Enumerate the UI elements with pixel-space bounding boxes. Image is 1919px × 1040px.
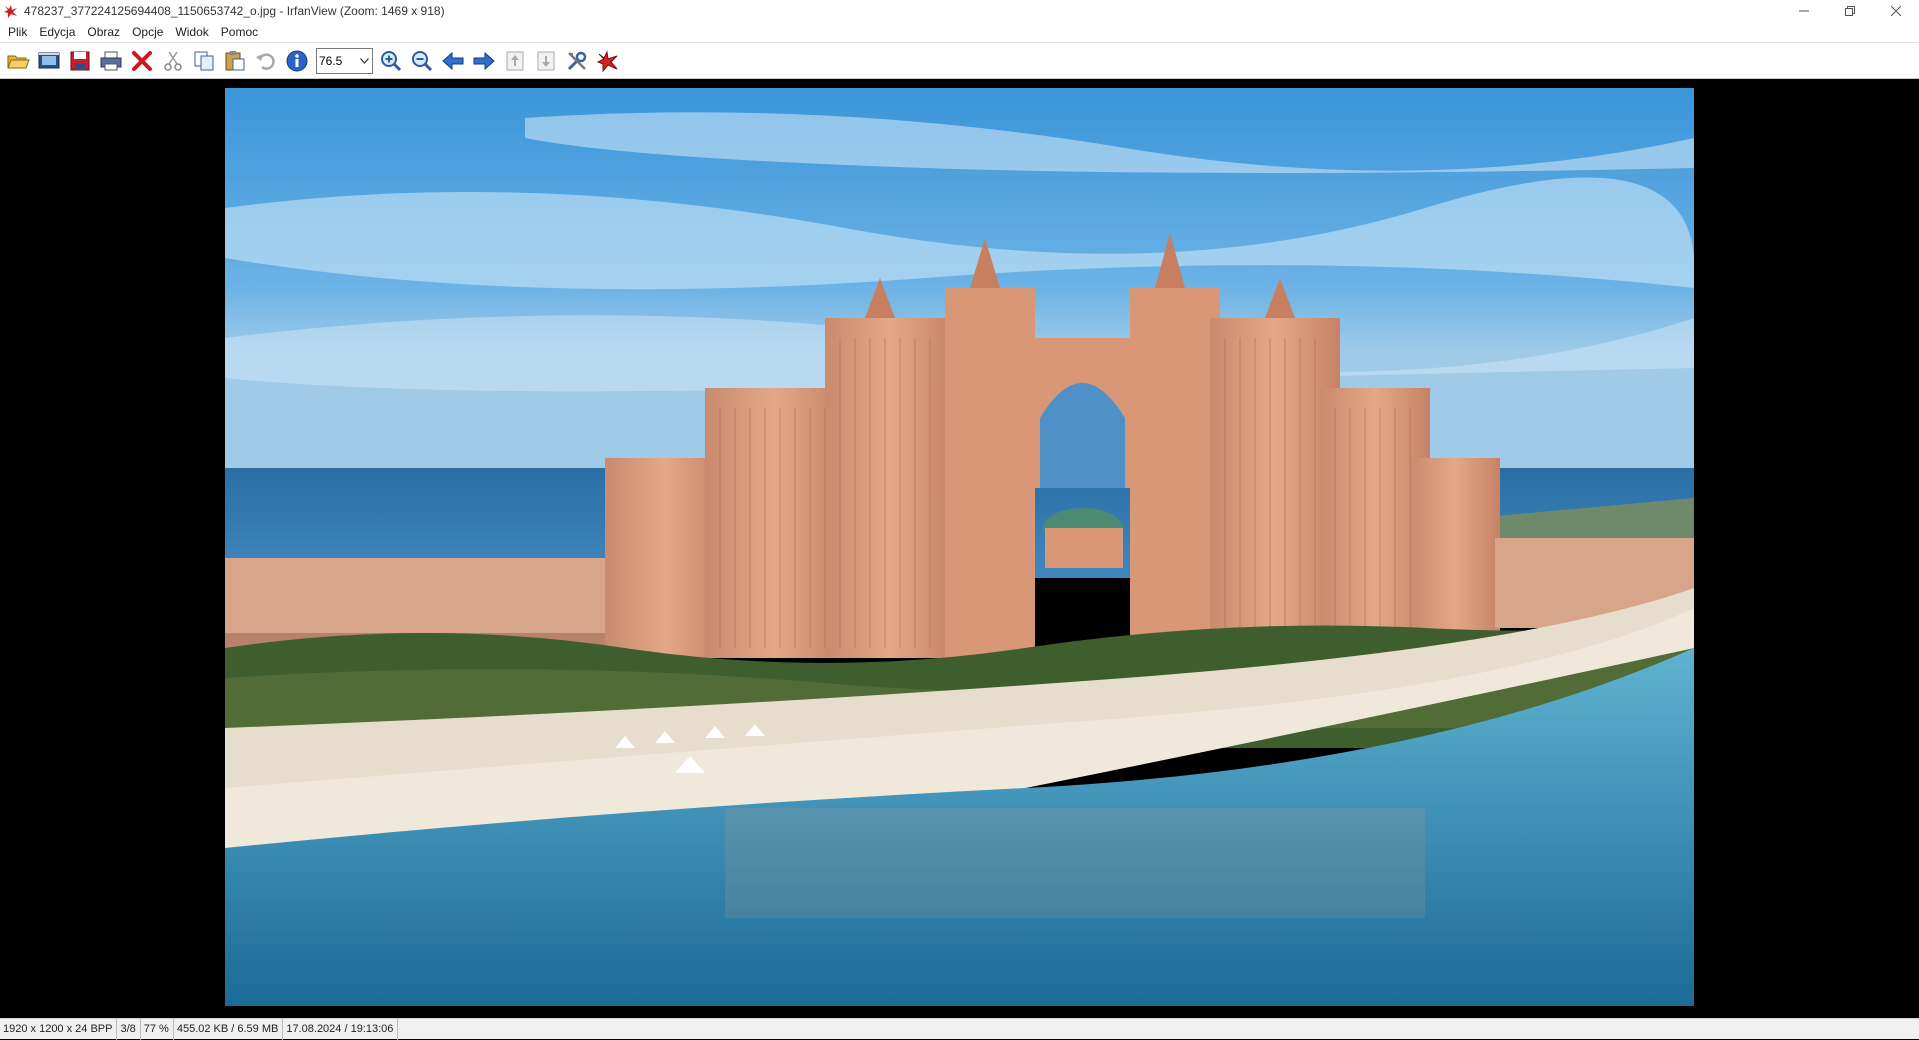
irfanview-logo-icon xyxy=(596,49,617,72)
status-index: 3/8 xyxy=(117,1018,141,1040)
window-title: 478237_377224125694408_1150653742_o.jpg … xyxy=(24,4,445,18)
restore-icon xyxy=(1845,6,1855,16)
close-icon xyxy=(1891,6,1901,16)
open-folder-icon xyxy=(6,55,30,68)
zoom-in-button[interactable] xyxy=(375,45,406,76)
copy-button[interactable] xyxy=(188,45,219,76)
status-zoom: 77 % xyxy=(141,1018,174,1040)
zoom-input[interactable] xyxy=(317,49,357,72)
status-dimensions: 1920 x 1200 x 24 BPP xyxy=(0,1018,118,1040)
undo-icon xyxy=(255,52,275,70)
toolbar xyxy=(0,42,1919,79)
print-icon xyxy=(100,51,121,70)
copy-icon xyxy=(194,51,213,70)
slideshow-icon xyxy=(38,52,59,68)
cut-button[interactable] xyxy=(157,45,188,76)
status-filesize: 455.02 KB / 6.59 MB xyxy=(174,1018,284,1040)
undo-button[interactable] xyxy=(250,45,281,76)
delete-button[interactable] xyxy=(126,45,157,76)
settings-icon xyxy=(567,51,586,70)
menu-opcje[interactable]: Opcje xyxy=(126,22,169,42)
zoom-out-button[interactable] xyxy=(406,45,437,76)
irfanview-app-icon[interactable] xyxy=(2,2,20,20)
menu-widok[interactable]: Widok xyxy=(169,22,214,42)
close-button[interactable] xyxy=(1873,0,1919,22)
menu-obraz[interactable]: Obraz xyxy=(81,22,126,42)
zoom-combobox[interactable] xyxy=(316,47,373,74)
minimize-icon xyxy=(1799,10,1809,12)
menu-edycja[interactable]: Edycja xyxy=(33,22,81,42)
info-icon xyxy=(286,50,307,71)
minimize-button[interactable] xyxy=(1781,0,1827,22)
restore-button[interactable] xyxy=(1827,0,1873,22)
status-datetime: 17.08.2024 / 19:13:06 xyxy=(283,1018,399,1040)
info-button[interactable] xyxy=(281,45,312,76)
photo-atlantis-palm-hotel[interactable] xyxy=(225,88,1694,1006)
delete-icon xyxy=(131,50,152,71)
save-button[interactable] xyxy=(64,45,95,76)
menu-bar: Plik Edycja Obraz Opcje Widok Pomoc xyxy=(0,22,1919,42)
previous-button[interactable] xyxy=(437,45,468,76)
paste-icon xyxy=(225,50,244,70)
print-button[interactable] xyxy=(95,45,126,76)
first-page-button[interactable] xyxy=(499,45,530,76)
cut-icon xyxy=(163,51,182,71)
open-button[interactable] xyxy=(2,45,33,76)
chevron-down-icon[interactable] xyxy=(358,53,370,69)
menu-plik[interactable]: Plik xyxy=(2,22,33,42)
status-bar: 1920 x 1200 x 24 BPP 3/8 77 % 455.02 KB … xyxy=(0,1018,1919,1040)
zoom-out-icon xyxy=(411,50,432,71)
save-icon xyxy=(70,51,89,70)
irfanview-logo-button[interactable] xyxy=(592,45,623,76)
next-button[interactable] xyxy=(468,45,499,76)
irfanview-window: 478237_377224125694408_1150653742_o.jpg … xyxy=(0,0,1919,1040)
zoom-in-icon xyxy=(380,50,401,71)
next-icon xyxy=(473,51,495,70)
first-page-icon xyxy=(506,51,523,70)
paste-button[interactable] xyxy=(219,45,250,76)
image-viewer[interactable] xyxy=(0,79,1919,1018)
previous-icon xyxy=(441,51,463,70)
settings-button[interactable] xyxy=(561,45,592,76)
title-bar: 478237_377224125694408_1150653742_o.jpg … xyxy=(0,0,1919,22)
last-page-icon xyxy=(537,51,554,70)
slideshow-button[interactable] xyxy=(33,45,64,76)
last-page-button[interactable] xyxy=(530,45,561,76)
window-controls xyxy=(1781,0,1919,22)
menu-pomoc[interactable]: Pomoc xyxy=(215,22,264,42)
